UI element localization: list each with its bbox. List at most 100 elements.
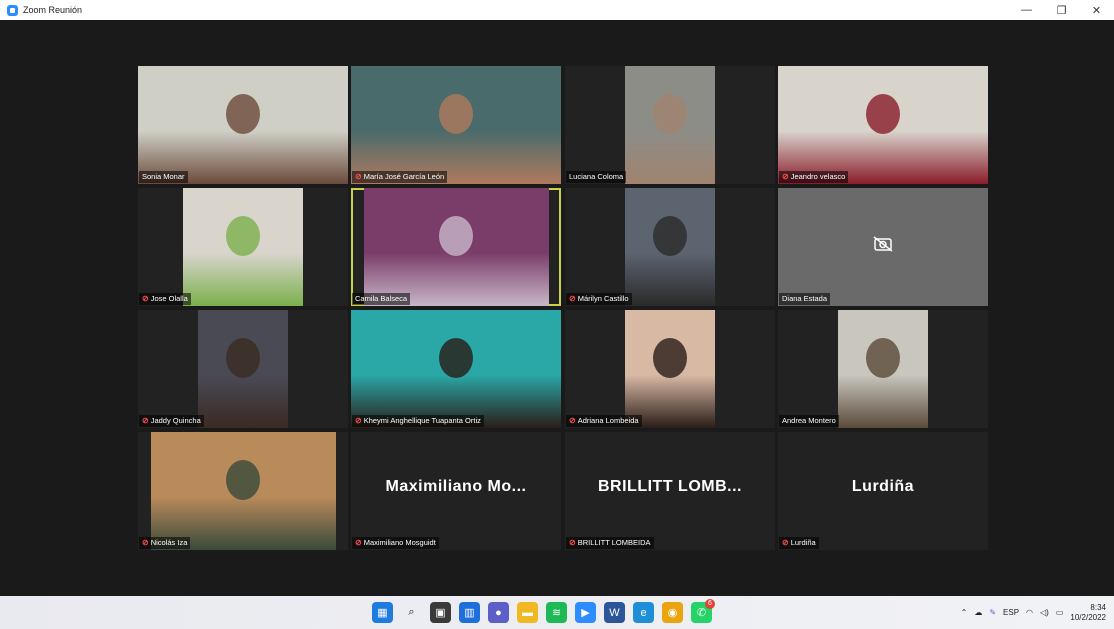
search-icon[interactable]: ⌕ [401,602,422,623]
participant-tile[interactable]: ⊘ Kheymi Anghellique Tuapanta Ortiz [351,310,561,428]
participant-tile[interactable]: Andrea Montero [778,310,988,428]
close-button[interactable]: ✕ [1079,0,1114,20]
participant-name: Sonia Monar [142,172,185,181]
participant-video [625,310,715,428]
participant-tile[interactable]: Lurdiña ⊘ Lurdiña [778,432,988,550]
participant-video [183,188,303,306]
participant-figure [226,94,260,134]
participant-tile[interactable]: Sonia Monar [138,66,348,184]
participant-video [351,66,561,184]
pen-icon[interactable]: ✎ [989,608,996,617]
participant-video [778,66,988,184]
participant-nameplate: Diana Estada [779,293,831,305]
whatsapp-icon[interactable]: ✆ 6 [691,599,715,623]
participant-nameplate: Camila Balseca [352,293,411,305]
mic-muted-icon: ⊘ [142,416,149,425]
participant-name: Diana Estada [782,294,828,303]
participant-nameplate: ⊘ Nicolás Iza [139,537,191,549]
participant-tile[interactable]: ⊘ Adriana Lombeida [565,310,775,428]
participant-video [198,310,288,428]
participant-nameplate: ⊘ Maximiliano Mosguidt [352,537,439,549]
participant-tile[interactable]: ⊘ Márilyn Castillo [565,188,775,306]
widgets-icon[interactable]: ▥ [459,602,480,623]
mic-muted-icon: ⊘ [355,538,362,547]
clock[interactable]: 8:34 10/2/2022 [1070,603,1106,623]
mic-muted-icon: ⊘ [782,172,789,181]
mic-muted-icon: ⊘ [355,416,362,425]
participant-figure [439,338,473,378]
participant-name: Camila Balseca [355,294,408,303]
participant-nameplate: ⊘ BRILLITT LOMBEIDA [566,537,654,549]
participant-figure [866,338,900,378]
file-explorer-icon[interactable]: ▬ [517,602,538,623]
participant-name: Jaddy Quincha [150,416,201,425]
minimize-button[interactable]: — [1009,0,1044,20]
participant-figure [866,94,900,134]
mic-muted-icon: ⊘ [142,538,149,547]
participant-nameplate: ⊘ Jeandro velasco [779,171,849,183]
battery-icon[interactable]: ▭ [1056,608,1064,617]
onedrive-icon[interactable]: ☁ [974,608,982,617]
participant-figure [653,94,687,134]
mic-muted-icon: ⊘ [569,416,576,425]
participant-name: Márilyn Castillo [577,294,629,303]
teams-chat-icon[interactable]: ● [488,602,509,623]
tray-chevron-icon[interactable]: ⌃ [961,608,968,617]
windows-taskbar: ▦ ⌕ ▣ ▥ ● ▬ ≋ ▶ We ◉ ✆ 6 ⌃ ☁ ✎ ESP ◠ ◁) ▭ 8:34 10/2… [0,596,1114,629]
participant-tile[interactable]: BRILLITT LOMB... ⊘ BRILLITT LOMBEIDA [565,432,775,550]
participant-tile[interactable]: ⊘ Jeandro velasco [778,66,988,184]
participant-figure [226,216,260,256]
zoom-icon[interactable]: ▶ [575,602,596,623]
participant-nameplate: Andrea Montero [779,415,839,427]
participant-tile[interactable]: ⊘ María José García León [351,66,561,184]
mic-muted-icon: ⊘ [142,294,149,303]
participant-nameplate: Luciana Coloma [566,171,627,183]
participant-name: Lurdiña [790,538,816,547]
volume-icon[interactable]: ◁) [1040,608,1049,617]
participant-name: Adriana Lombeida [577,416,639,425]
language-indicator[interactable]: ESP [1003,608,1019,617]
participant-video [351,310,561,428]
camera-off-icon [873,236,893,252]
participant-name: Andrea Montero [782,416,836,425]
participant-name: Kheymi Anghellique Tuapanta Ortiz [363,416,481,425]
participant-display-name: Maximiliano Mo... [385,478,527,495]
participant-name: BRILLITT LOMBEIDA [577,538,651,547]
mic-muted-icon: ⊘ [355,172,362,181]
participant-name: Maximiliano Mosguidt [363,538,436,547]
participant-video [150,432,336,550]
participant-figure [653,216,687,256]
participant-nameplate: Sonia Monar [139,171,188,183]
edge-icon[interactable]: e [633,602,654,623]
window-titlebar: Zoom Reunión — ❐ ✕ [0,0,1114,20]
participant-nameplate: ⊘ Kheymi Anghellique Tuapanta Ortiz [352,415,484,427]
participant-video [138,66,348,184]
participant-tile[interactable]: Diana Estada [778,188,988,306]
spotify-icon[interactable]: ≋ [546,602,567,623]
participant-tile[interactable]: ⊘ Jose Olalla [138,188,348,306]
participant-figure [653,338,687,378]
participant-tile[interactable]: ⊘ Jaddy Quincha [138,310,348,428]
participant-tile[interactable]: ⊘ Nicolás Iza [138,432,348,550]
task-view-icon[interactable]: ▣ [430,602,451,623]
zoom-app-icon [7,4,18,16]
participant-nameplate: ⊘ Jose Olalla [139,293,191,305]
clock-date: 10/2/2022 [1070,612,1106,622]
participant-name: María José García León [363,172,445,181]
participant-figure [226,460,260,500]
participant-nameplate: ⊘ Adriana Lombeida [566,415,642,427]
participant-display-name: BRILLITT LOMB... [598,478,742,495]
clock-time: 8:34 [1090,602,1106,612]
word-icon[interactable]: W [604,602,625,623]
participant-nameplate: ⊘ Lurdiña [779,537,819,549]
wifi-icon[interactable]: ◠ [1026,608,1033,617]
participant-tile[interactable]: Maximiliano Mo... ⊘ Maximiliano Mosguidt [351,432,561,550]
chrome-icon[interactable]: ◉ [662,602,683,623]
participant-name: Luciana Coloma [569,172,624,181]
participant-tile[interactable]: Luciana Coloma [565,66,775,184]
restore-button[interactable]: ❐ [1044,0,1079,20]
participant-figure [226,338,260,378]
participant-figure [439,94,473,134]
participant-tile[interactable]: Camila Balseca [351,188,561,306]
windows-start-icon[interactable]: ▦ [372,602,393,623]
